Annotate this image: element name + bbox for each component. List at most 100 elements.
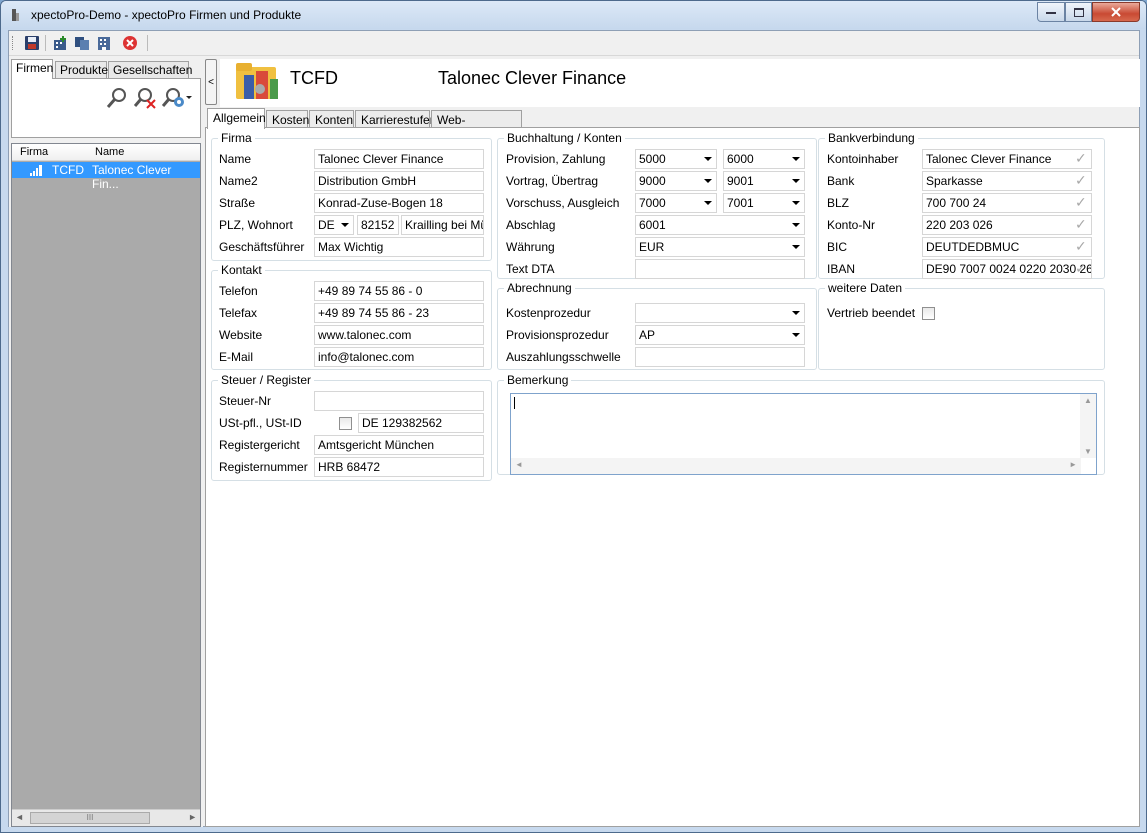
kostenprozedur-select[interactable] — [635, 303, 805, 323]
toolbar-grip[interactable] — [12, 36, 15, 50]
registergericht-field[interactable]: Amtsgericht München — [314, 435, 484, 455]
ausgleich-select[interactable]: 7001 — [723, 193, 805, 213]
scroll-right-arrow[interactable]: ► — [188, 812, 197, 822]
ust-checkbox[interactable] — [339, 417, 352, 430]
horizontal-scrollbar[interactable]: ◄ III ► — [12, 809, 200, 826]
scroll-left-arrow[interactable]: ◄ — [15, 812, 24, 822]
tab-firmen[interactable]: Firmen — [11, 59, 53, 79]
tab-web-dokumente[interactable]: Web-Dokumente — [431, 110, 522, 141]
vortrag-select[interactable]: 9000 — [635, 171, 717, 191]
label-provisionsprozedur: Provisionsprozedur — [506, 328, 609, 342]
label-telefon: Telefon — [219, 284, 258, 298]
label-textdta: Text DTA — [506, 262, 555, 276]
scroll-down-arrow[interactable]: ▼ — [1084, 447, 1092, 456]
provision-select[interactable]: 5000 — [635, 149, 717, 169]
column-name[interactable]: Name — [95, 146, 124, 158]
close-button[interactable] — [1092, 2, 1140, 22]
toolbar-separator — [147, 35, 148, 51]
bank-field[interactable]: Sparkasse — [922, 171, 1092, 191]
label-telefax: Telefax — [219, 306, 258, 320]
scroll-left-arrow[interactable]: ◄ — [515, 460, 523, 469]
provisionsprozedur-select[interactable]: AP — [635, 325, 805, 345]
copy-icon — [75, 37, 89, 50]
plz-field[interactable]: 82152 — [357, 215, 399, 235]
steuernr-field[interactable] — [314, 391, 484, 411]
label-provision-zahlung: Provision, Zahlung — [506, 152, 606, 166]
waehrung-select[interactable]: EUR — [635, 237, 805, 257]
textdta-field[interactable] — [635, 259, 805, 279]
tab-kosten[interactable]: Kosten — [266, 110, 309, 128]
provision-value: 5000 — [639, 152, 666, 166]
scroll-thumb[interactable]: III — [30, 812, 150, 824]
group-weitere: weitere Daten — [818, 281, 1105, 370]
record-code: TCFD — [290, 68, 338, 88]
company-folder-icon — [236, 63, 278, 99]
search-icon[interactable] — [106, 87, 128, 109]
search-options-icon[interactable] — [162, 87, 192, 109]
bic-field[interactable]: DEUTDEDBMUC — [922, 237, 1092, 257]
group-buchhaltung-legend: Buchhaltung / Konten — [507, 131, 622, 145]
scroll-right-arrow[interactable]: ► — [1069, 460, 1077, 469]
label-kontoinhaber: Kontoinhaber — [827, 152, 899, 166]
group-steuer-legend: Steuer / Register — [221, 373, 312, 387]
close-icon — [1111, 7, 1121, 17]
geschaeftsfuehrer-field[interactable]: Max Wichtig — [314, 237, 484, 257]
chevron-down-icon — [341, 223, 349, 227]
kontonr-field[interactable]: 220 203 026 — [922, 215, 1092, 235]
email-field[interactable]: info@talonec.com — [314, 347, 484, 367]
tab-konten[interactable]: Konten — [309, 110, 354, 128]
zahlung-select[interactable]: 6000 — [723, 149, 805, 169]
delete-button[interactable] — [121, 34, 139, 52]
minimize-button[interactable] — [1037, 2, 1065, 22]
abschlag-select[interactable]: 6001 — [635, 215, 805, 235]
ort-field[interactable]: Krailling bei Mün — [401, 215, 484, 235]
chevron-down-icon — [704, 201, 712, 205]
name2-field[interactable]: Distribution GmbH — [314, 171, 484, 191]
copy-company-button[interactable] — [73, 34, 91, 52]
clear-search-icon[interactable] — [134, 87, 156, 109]
app-window: xpectoPro-Demo - xpectoPro Firmen und Pr… — [0, 0, 1147, 833]
maximize-button[interactable] — [1065, 2, 1092, 22]
label-registernummer: Registernummer — [219, 460, 308, 474]
scroll-up-arrow[interactable]: ▲ — [1084, 396, 1092, 405]
name-field[interactable]: Talonec Clever Finance — [314, 149, 484, 169]
tab-produkte[interactable]: Produkte — [55, 61, 108, 78]
chevron-down-icon — [792, 333, 800, 337]
chevron-down-icon — [792, 223, 800, 227]
kontoinhaber-field[interactable]: Talonec Clever Finance — [922, 149, 1092, 169]
vertical-scrollbar[interactable]: ▲ ▼ — [1080, 394, 1096, 458]
tab-karrierestufen[interactable]: Karrierestufen — [355, 110, 436, 128]
country-select[interactable]: DE — [314, 215, 354, 235]
ustid-field[interactable]: DE 129382562 — [358, 413, 484, 433]
registernummer-field[interactable]: HRB 68472 — [314, 457, 484, 477]
uebertrag-select[interactable]: 9001 — [723, 171, 805, 191]
tab-allgemein[interactable]: Allgemein — [207, 108, 266, 129]
tab-gesellschaften[interactable]: Gesellschaften — [108, 61, 192, 78]
vertrieb-beendet-checkbox[interactable] — [922, 307, 935, 320]
website-field[interactable]: www.talonec.com — [314, 325, 484, 345]
save-button[interactable] — [23, 34, 41, 52]
telefax-field[interactable]: +49 89 74 55 86 - 23 — [314, 303, 484, 323]
blz-field[interactable]: 700 700 24 — [922, 193, 1092, 213]
auszahlungsschwelle-field[interactable] — [635, 347, 805, 367]
label-waehrung: Währung — [506, 240, 555, 254]
horizontal-scrollbar[interactable]: ◄ ► — [511, 458, 1081, 474]
list-item-name: Talonec Clever Fin... — [92, 163, 172, 191]
chevron-down-icon — [704, 179, 712, 183]
check-icon: ✓ — [1075, 194, 1087, 210]
strasse-field[interactable]: Konrad-Zuse-Bogen 18 — [314, 193, 484, 213]
building-button[interactable] — [95, 34, 113, 52]
bemerkung-textarea[interactable]: ▲ ▼ ◄ ► — [510, 393, 1097, 475]
collapse-left-button[interactable]: < — [205, 59, 217, 105]
main-panel: Firma Name Talonec Clever Finance Name2 … — [205, 127, 1140, 827]
search-panel — [11, 78, 201, 138]
add-company-button[interactable] — [51, 34, 69, 52]
uebertrag-value: 9001 — [727, 174, 754, 188]
list-item[interactable]: TCFD Talonec Clever Fin... — [12, 162, 200, 191]
label-bic: BIC — [827, 240, 848, 254]
telefon-field[interactable]: +49 89 74 55 86 - 0 — [314, 281, 484, 301]
iban-field[interactable]: DE90 7007 0024 0220 2030 26 — [922, 259, 1092, 279]
column-firma[interactable]: Firma — [20, 146, 48, 158]
vorschuss-select[interactable]: 7000 — [635, 193, 717, 213]
waehrung-value: EUR — [639, 240, 665, 254]
